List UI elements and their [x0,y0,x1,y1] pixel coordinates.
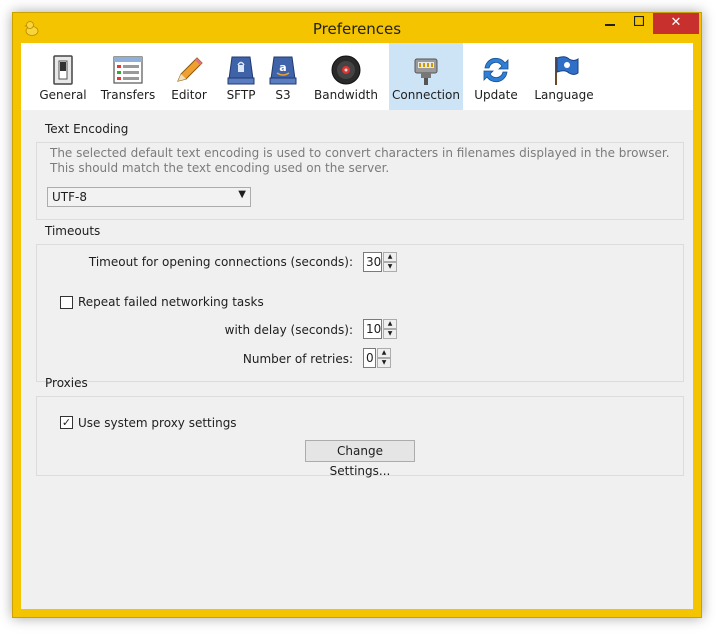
retries-label: Number of retries: [242,352,353,366]
minimize-button[interactable] [596,13,624,34]
tab-label: Language [534,88,594,102]
text-encoding-select[interactable]: UTF-8 ▼ [47,187,251,207]
maximize-icon [633,15,644,27]
stepper-up-button[interactable]: ▲ [377,348,391,358]
tab-label: Bandwidth [314,88,378,102]
network-plug-icon [414,58,438,85]
tab-sftp[interactable]: SFTP [219,43,263,110]
switch-icon [53,55,73,85]
flag-icon [555,56,579,85]
close-button[interactable]: ✕ [653,13,699,34]
system-proxy-checkbox[interactable]: ✓ [60,416,73,429]
tab-label: General [39,88,87,102]
amazon-s3-drive-icon: a [269,56,297,85]
svg-text:a: a [279,61,286,74]
timeout-stepper[interactable]: 30 ▲ ▼ [363,252,399,274]
proxies-title: Proxies [45,376,88,390]
speaker-icon [331,55,361,85]
tab-language[interactable]: Language [529,43,599,110]
stepper-up-button[interactable]: ▲ [383,319,397,329]
text-encoding-description: The selected default text encoding is us… [50,146,670,175]
refresh-icon [483,57,509,83]
tab-transfers[interactable]: Transfers [97,43,159,110]
tab-label: Transfers [100,88,156,102]
chevron-down-icon: ▼ [238,189,246,200]
stepper-down-button[interactable]: ▼ [383,329,397,339]
minimize-icon [605,24,615,26]
connection-settings-panel: Text Encoding The selected default text … [21,110,693,609]
tab-update[interactable]: Update [463,43,529,110]
timeout-label: Timeout for opening connections (seconds… [88,255,353,269]
check-mark-icon: ✓ [61,416,72,429]
tab-label: S3 [275,88,291,102]
preferences-toolbar: General Transfers Editor SFTP a S3 Bandw… [21,43,693,110]
tab-label: Editor [171,88,207,102]
text-encoding-value: UTF-8 [52,190,87,204]
stepper-down-button[interactable]: ▼ [383,262,397,272]
pencil-icon [177,57,203,82]
tab-connection[interactable]: Connection [389,43,463,110]
sftp-drive-icon [227,56,255,85]
title-bar[interactable]: Preferences ✕ [13,13,701,43]
delay-stepper[interactable]: 10 ▲ ▼ [363,319,399,341]
change-settings-button[interactable]: Change Settings... [305,440,415,478]
stepper-up-button[interactable]: ▲ [383,252,397,262]
system-proxy-label: Use system proxy settings [78,416,237,430]
tab-label: Connection [392,88,460,102]
close-icon: ✕ [670,15,682,30]
text-encoding-title: Text Encoding [45,122,129,136]
repeat-failed-checkbox[interactable] [60,296,73,309]
retries-input[interactable]: 0 [363,348,376,368]
tab-label: Update [474,88,518,102]
retries-stepper[interactable]: 0 ▲ ▼ [363,348,393,370]
maximize-button[interactable] [625,13,652,34]
tab-editor[interactable]: Editor [159,43,219,110]
repeat-failed-label: Repeat failed networking tasks [78,295,264,309]
tab-label: SFTP [226,88,256,102]
tab-bandwidth[interactable]: Bandwidth [303,43,389,110]
stepper-down-button[interactable]: ▼ [377,358,391,368]
delay-input[interactable]: 10 [363,319,382,339]
timeout-input[interactable]: 30 [363,252,382,272]
tab-s3[interactable]: a S3 [263,43,303,110]
timeouts-title: Timeouts [45,224,101,238]
preferences-window: Preferences ✕ General Transfers Editor S… [12,12,702,618]
tab-general[interactable]: General [29,43,97,110]
delay-label: with delay (seconds): [224,323,353,337]
transfers-list-icon [113,56,143,84]
